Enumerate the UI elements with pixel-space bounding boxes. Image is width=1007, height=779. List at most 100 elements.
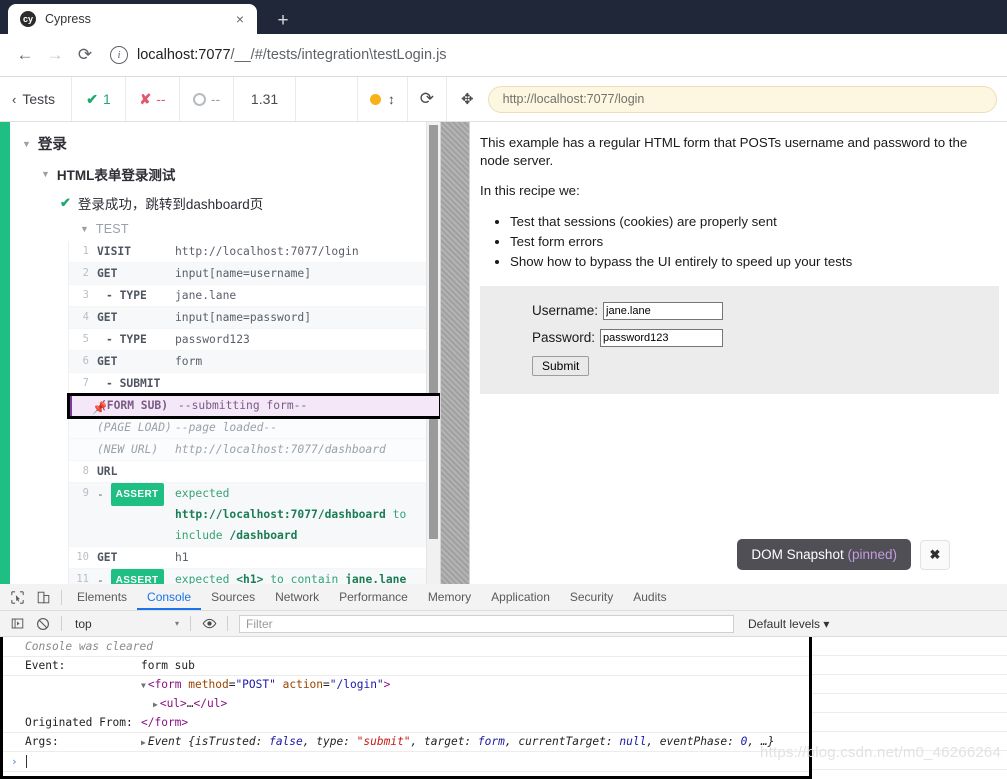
command-row[interactable]: 1 VISIT http://localhost:7077/login xyxy=(69,241,440,263)
resize-arrows-icon[interactable]: ↕ xyxy=(388,92,395,107)
tab-elements[interactable]: Elements xyxy=(67,584,137,610)
command-row[interactable]: 10 GET h1 xyxy=(69,547,440,569)
command-row[interactable]: 3 - TYPE jane.lane xyxy=(69,285,440,307)
submit-button[interactable]: Submit xyxy=(532,355,590,376)
command-name: GET xyxy=(97,551,118,564)
address-bar[interactable]: i localhost:7077/__/#/tests/integration\… xyxy=(110,41,997,69)
list-item: Test that sessions (cookies) are properl… xyxy=(510,212,999,232)
aut-url-input[interactable]: http://localhost:7077/login xyxy=(487,85,997,113)
command-row[interactable]: 5 - TYPE password123 xyxy=(69,329,440,351)
console-input-prompt[interactable]: › xyxy=(3,752,812,772)
tab-application[interactable]: Application xyxy=(481,584,560,610)
orange-dot-icon xyxy=(370,93,382,105)
command-row[interactable]: 4 GET input[name=password] xyxy=(69,307,440,329)
close-icon[interactable]: ✖ xyxy=(920,539,950,570)
console-context-value: top xyxy=(75,616,92,631)
console-row-args: Args: ▶ Event {isTrusted: false, type: "s… xyxy=(3,733,812,752)
command-list: 1 VISIT http://localhost:7077/login 2 GET inp… xyxy=(67,241,440,584)
console-form-open[interactable]: ▼ <form method="POST" action="/login"> xyxy=(141,678,812,691)
reload-icon[interactable]: ⟳ xyxy=(70,41,100,69)
console-filter-bar: top ▾ Filter Default levels ▾ xyxy=(0,611,1007,637)
command-row[interactable]: 6 GET form xyxy=(69,351,440,373)
console-sidebar-icon[interactable] xyxy=(4,611,30,637)
tab-security[interactable]: Security xyxy=(560,584,623,610)
tab-audits[interactable]: Audits xyxy=(623,584,676,610)
command-row[interactable]: (PAGE LOAD) --page loaded-- xyxy=(69,417,440,439)
command-row[interactable]: 9 - ASSERT expected http://localhost:7077/… xyxy=(69,483,440,547)
command-row[interactable]: 11 - ASSERT expected <h1> to contain jane.… xyxy=(69,569,440,584)
selector-playground-button[interactable]: ↕ xyxy=(358,77,408,121)
browser-tab-cypress[interactable]: cy Cypress × xyxy=(8,4,257,34)
chevron-right-icon[interactable]: ▶ xyxy=(141,738,146,747)
chevron-down-icon[interactable]: ▼ xyxy=(80,224,89,234)
divider xyxy=(812,751,1007,770)
command-number: 8 xyxy=(82,465,89,477)
command-message: --submitting form-- xyxy=(178,399,308,412)
tab-memory[interactable]: Memory xyxy=(418,584,481,610)
panel-splitter[interactable] xyxy=(440,122,470,584)
command-name: GET xyxy=(97,311,118,324)
hook-group-test[interactable]: ▼ TEST xyxy=(10,218,440,241)
back-to-tests-button[interactable]: ‹ Tests xyxy=(0,77,73,121)
dom-snapshot-badge[interactable]: DOM Snapshot (pinned) xyxy=(737,539,911,570)
live-expression-eye-icon[interactable] xyxy=(196,611,222,637)
command-row[interactable]: 2 GET input[name=username] xyxy=(69,263,440,285)
suite-child[interactable]: ▼ HTML表单登录测试 xyxy=(10,159,440,189)
devtools-panel: Elements Console Sources Network Perform… xyxy=(0,584,1007,779)
suite-root[interactable]: ▼ 登录 xyxy=(10,128,440,159)
close-icon[interactable]: × xyxy=(231,12,249,26)
reporter-scrollbar[interactable] xyxy=(426,122,440,584)
command-name: URL xyxy=(97,465,118,478)
test-reporter: ▼ 登录 ▼ HTML表单登录测试 ✔ 登录成功，跳转到dashboard页 ▼… xyxy=(10,122,440,584)
clear-console-icon[interactable] xyxy=(30,611,56,637)
password-row: Password: xyxy=(532,328,989,347)
test-item[interactable]: ✔ 登录成功，跳转到dashboard页 xyxy=(10,189,440,218)
list-item: Show how to bypass the UI entirely to sp… xyxy=(510,252,999,272)
console-output[interactable]: Console was cleared Event: form sub ▼ <fo… xyxy=(0,637,812,779)
new-tab-icon[interactable]: + xyxy=(271,11,295,30)
command-row[interactable]: 📌 (FORM SUB) --submitting form-- xyxy=(67,393,440,419)
tab-performance[interactable]: Performance xyxy=(329,584,418,610)
command-row[interactable]: 7 - SUBMIT xyxy=(69,373,440,395)
console-form-close: </form> xyxy=(141,716,189,729)
assert-badge: ASSERT xyxy=(110,569,164,584)
restart-tests-button[interactable]: ⟳ xyxy=(408,77,448,121)
console-context-select[interactable]: top ▾ xyxy=(67,617,185,631)
forward-icon[interactable]: → xyxy=(40,41,70,69)
inspect-element-icon[interactable] xyxy=(4,584,30,610)
command-row[interactable]: (NEW URL) http://localhost:7077/dashboard xyxy=(69,439,440,461)
crosshair-icon[interactable]: ✥ xyxy=(461,90,474,108)
device-toolbar-icon[interactable] xyxy=(30,584,56,610)
console-form-ul[interactable]: ▶ <ul>…</ul> xyxy=(141,697,812,710)
chevron-left-icon: ‹ xyxy=(12,91,17,107)
command-name: (PAGE LOAD) xyxy=(97,421,172,434)
console-levels-select[interactable]: Default levels ▾ xyxy=(740,617,837,631)
username-input[interactable] xyxy=(603,301,724,320)
reporter-scrollbar-thumb[interactable] xyxy=(429,125,438,539)
chevron-down-icon[interactable]: ▼ xyxy=(22,139,31,149)
password-input[interactable] xyxy=(600,328,724,347)
console-args-value[interactable]: ▶ Event {isTrusted: false, type: "submit"… xyxy=(141,735,812,748)
status-bar-green xyxy=(0,122,10,584)
console-row-form-markup: ▼ <form method="POST" action="/login"> xyxy=(3,676,812,695)
divider xyxy=(227,616,228,631)
command-number: 2 xyxy=(82,267,89,279)
console-row-value: form sub xyxy=(141,659,195,672)
chevron-right-icon: › xyxy=(11,755,18,768)
chevron-down-icon[interactable]: ▼ xyxy=(41,169,50,179)
back-icon[interactable]: ← xyxy=(10,41,40,69)
browser-tab-bar: cy Cypress × + xyxy=(0,0,1007,34)
passed-count: 1 xyxy=(103,91,111,107)
command-row[interactable]: 8 URL xyxy=(69,461,440,483)
tab-network[interactable]: Network xyxy=(265,584,329,610)
console-filter-input[interactable]: Filter xyxy=(239,614,734,633)
chevron-right-icon[interactable]: ▶ xyxy=(153,700,158,709)
info-icon[interactable]: i xyxy=(110,46,128,64)
divider xyxy=(812,656,1007,675)
tab-console[interactable]: Console xyxy=(137,584,201,610)
check-icon: ✔ xyxy=(86,90,98,107)
circle-icon xyxy=(192,92,206,106)
tab-sources[interactable]: Sources xyxy=(201,584,265,610)
password-label: Password: xyxy=(532,330,596,346)
chevron-down-icon[interactable]: ▼ xyxy=(141,681,146,690)
